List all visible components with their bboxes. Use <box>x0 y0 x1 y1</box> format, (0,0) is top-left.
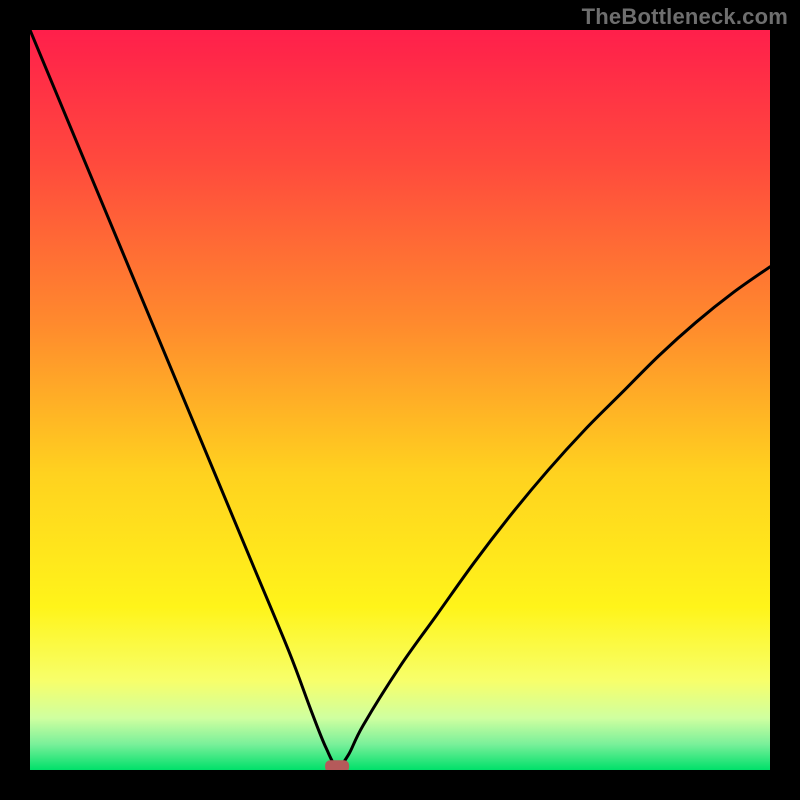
optimal-marker <box>325 760 349 770</box>
chart-svg <box>30 30 770 770</box>
watermark-text: TheBottleneck.com <box>582 4 788 30</box>
outer-frame: TheBottleneck.com <box>0 0 800 800</box>
gradient-background <box>30 30 770 770</box>
plot-area <box>30 30 770 770</box>
